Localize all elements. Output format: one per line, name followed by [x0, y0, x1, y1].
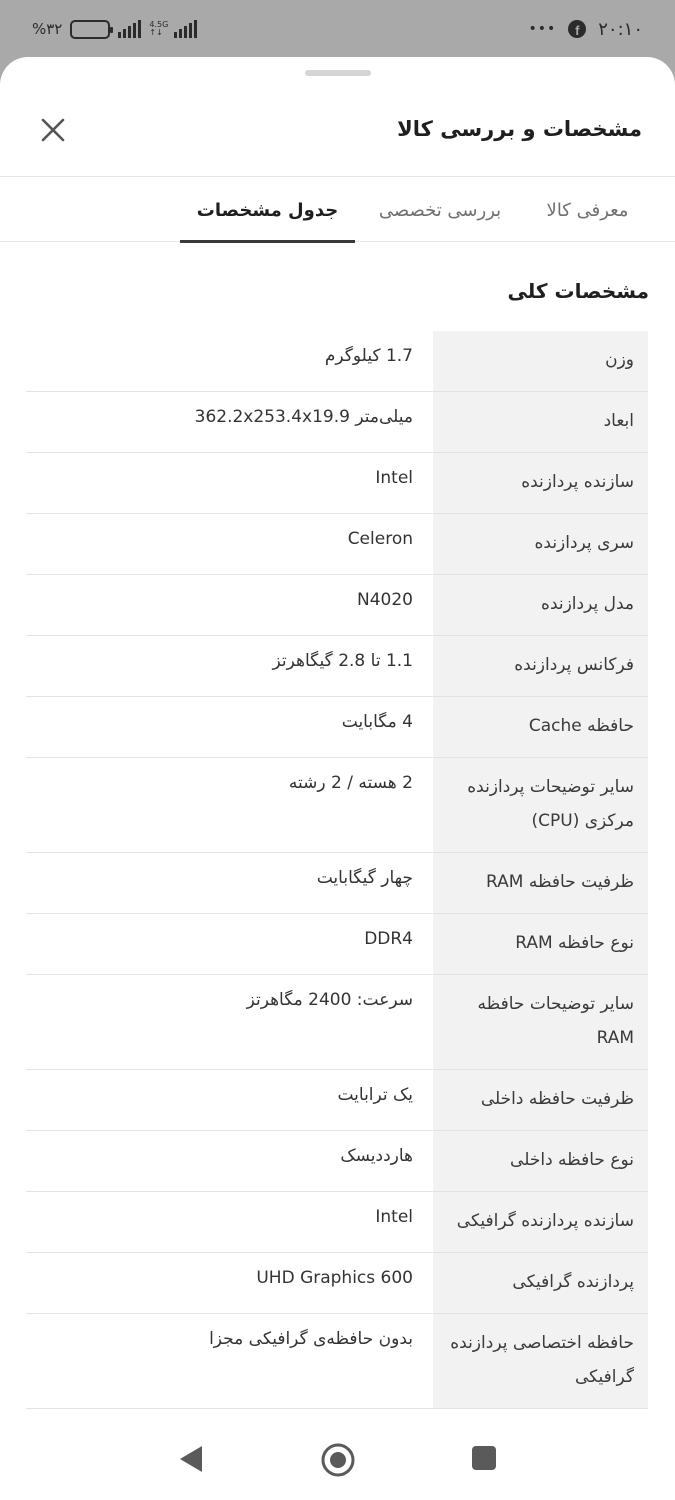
spec-label: ظرفیت حافظه RAM: [433, 853, 648, 913]
spec-label: ابعاد: [433, 392, 648, 452]
spec-label: سازنده پردازنده گرافیکی: [433, 1192, 648, 1252]
more-notifications-icon: •••: [528, 21, 557, 37]
back-triangle-icon: [180, 1446, 202, 1472]
spec-row: حافظه اختصاصی پردازنده گرافیکی بدون حافظه…: [26, 1314, 648, 1409]
spec-label: سایر توضیحات پردازنده مرکزی (CPU): [433, 758, 648, 852]
spec-row: سازنده پردازنده Intel: [26, 453, 648, 514]
spec-label: وزن: [433, 331, 648, 391]
spec-row: ظرفیت حافظه RAM چهار گیگابایت: [26, 853, 648, 914]
drag-handle[interactable]: [305, 70, 371, 76]
tab-expert-review[interactable]: بررسی تخصصی: [360, 178, 520, 242]
status-right: ••• f ۲۰:۱۰: [528, 16, 643, 42]
spec-value: 1.7 کیلوگرم: [324, 346, 413, 366]
home-button[interactable]: [320, 1442, 356, 1478]
spec-value: 2 هسته / 2 رشته: [288, 773, 413, 793]
tab-product-intro[interactable]: معرفی کالا: [530, 178, 645, 242]
spec-label: نوع حافظه RAM: [433, 914, 648, 974]
signal-bars-icon: [118, 20, 142, 38]
spec-value: N4020: [357, 590, 413, 610]
spec-value: 1.1 تا 2.8 گیگاهرتز: [272, 651, 413, 671]
spec-row: حافظه Cache 4 مگابایت: [26, 697, 648, 758]
spec-row: نوع حافظه داخلی هارددیسک: [26, 1131, 648, 1192]
signal-bars-2-icon: [174, 20, 198, 38]
spec-label: فرکانس پردازنده: [433, 636, 648, 696]
spec-value: یک ترابایت: [337, 1085, 413, 1105]
spec-value: هارددیسک: [340, 1146, 413, 1166]
spec-label: نوع حافظه داخلی: [433, 1131, 648, 1191]
spec-value: میلی‌متر 362.2x253.4x19.9: [194, 407, 413, 427]
spec-label: سازنده پردازنده: [433, 453, 648, 513]
spec-row: وزن 1.7 کیلوگرم: [26, 331, 648, 392]
spec-content[interactable]: مشخصات کلی وزن 1.7 کیلوگرم ابعاد میلی‌متر 3…: [0, 243, 675, 1423]
spec-row: ظرفیت حافظه داخلی یک ترابایت: [26, 1070, 648, 1131]
spec-row: نوع حافظه RAM DDR4: [26, 914, 648, 975]
spec-row: سری پردازنده Celeron: [26, 514, 648, 575]
spec-label: سایر توضیحات حافظه RAM: [433, 975, 648, 1069]
spec-row: مدل پردازنده N4020: [26, 575, 648, 636]
facebook-icon: f: [568, 20, 587, 38]
network-type: 4.5G ↑↓: [149, 20, 169, 37]
spec-row: سازنده پردازنده گرافیکی Intel: [26, 1192, 648, 1253]
battery-percent: %۳۲: [32, 20, 63, 38]
spec-label: ظرفیت حافظه داخلی: [433, 1070, 648, 1130]
status-left: %۳۲ 4.5G ↑↓: [32, 16, 198, 42]
spec-label: حافظه Cache: [433, 697, 648, 757]
spec-row: پردازنده گرافیکی UHD Graphics 600: [26, 1253, 648, 1314]
spec-label: مدل پردازنده: [433, 575, 648, 635]
spec-label: حافظه اختصاصی پردازنده گرافیکی: [433, 1314, 648, 1408]
navigation-bar: [0, 1422, 675, 1500]
spec-row: ابعاد میلی‌متر 362.2x253.4x19.9: [26, 392, 648, 453]
spec-value: بدون حافظه‌ی گرافیکی مجزا: [209, 1329, 413, 1349]
battery-icon: [70, 19, 114, 39]
close-icon: [41, 118, 65, 142]
spec-value: چهار گیگابایت: [316, 868, 413, 888]
spec-table: وزن 1.7 کیلوگرم ابعاد میلی‌متر 362.2x253.4x…: [26, 331, 648, 1423]
clock: ۲۰:۱۰: [598, 18, 643, 40]
close-button[interactable]: [36, 113, 70, 147]
spec-value: Intel: [375, 468, 413, 488]
spec-value: UHD Graphics 600: [256, 1268, 413, 1288]
tab-bar: معرفی کالا بررسی تخصصی جدول مشخصات: [0, 178, 675, 243]
home-circle-icon: [321, 1443, 355, 1477]
bottom-sheet: مشخصات و بررسی کالا معرفی کالا بررسی تخص…: [0, 57, 675, 1500]
spec-label: پردازنده گرافیکی: [433, 1253, 648, 1313]
spec-row: سایر توضیحات پردازنده مرکزی (CPU) 2 هسته …: [26, 758, 648, 853]
status-bar: %۳۲ 4.5G ↑↓ ••• f ۲۰:۱۰: [0, 0, 675, 58]
tab-spec-table[interactable]: جدول مشخصات: [180, 178, 355, 243]
spec-row: سایر توضیحات حافظه RAM سرعت: 2400 مگاهرتز: [26, 975, 648, 1070]
spec-row: فرکانس پردازنده 1.1 تا 2.8 گیگاهرتز: [26, 636, 648, 697]
spec-value: Celeron: [347, 529, 413, 549]
spec-value: DDR4: [364, 929, 413, 949]
spec-value: 4 مگابایت: [341, 712, 413, 732]
spec-value: Intel: [375, 1207, 413, 1227]
recents-square-icon[interactable]: [472, 1446, 496, 1470]
back-button[interactable]: [176, 1442, 206, 1476]
sheet-title: مشخصات و بررسی کالا: [397, 117, 642, 141]
spec-value: سرعت: 2400 مگاهرتز: [246, 990, 413, 1010]
spec-label: سری پردازنده: [433, 514, 648, 574]
sheet-header: مشخصات و بررسی کالا: [0, 87, 675, 177]
section-title: مشخصات کلی: [507, 279, 649, 303]
